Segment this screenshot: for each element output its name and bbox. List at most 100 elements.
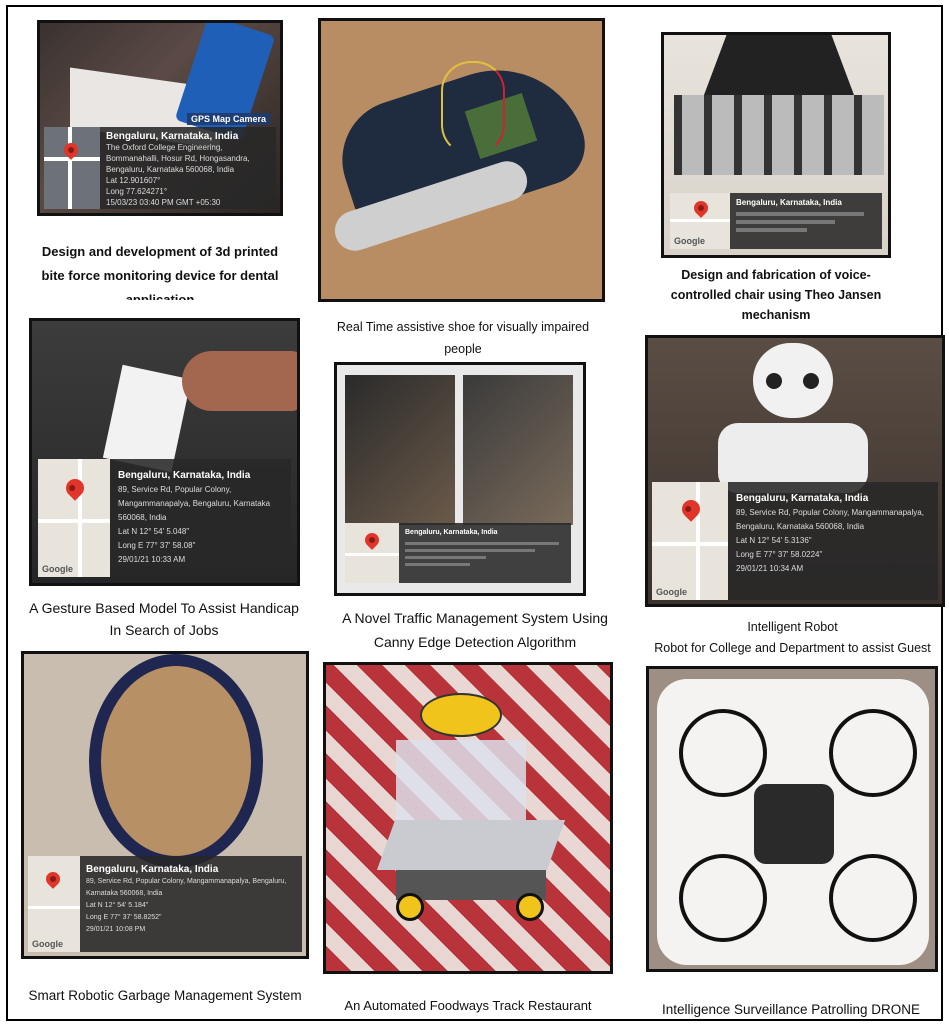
yellow-sensor <box>420 693 502 737</box>
paper-card <box>102 364 192 473</box>
map-thumbnail <box>44 127 100 209</box>
caption-line: Robot for College and Department to assi… <box>654 641 931 655</box>
wires <box>441 61 505 155</box>
photo-bite-force-device: GPS Map Camera Bengaluru, Karnataka, Ind… <box>37 20 283 216</box>
photo-foodways-restaurant <box>323 662 613 974</box>
drone-body <box>754 784 834 864</box>
map-pin-icon <box>43 869 63 889</box>
caption-line: application <box>125 292 195 300</box>
address-text: 89, Service Rd, Popular Colony, Mangamma… <box>118 485 271 522</box>
acrylic-tower <box>396 740 526 830</box>
address-text: 89, Service Rd, Popular Colony, Mangamma… <box>86 878 287 897</box>
caption-line: Design and fabrication of voice- <box>681 268 871 282</box>
google-logo: Google <box>32 939 63 949</box>
location-name: Bengaluru, Karnataka, India <box>86 864 219 875</box>
longitude-text: Long E 77° 37' 58.08" <box>118 541 196 550</box>
google-logo: Google <box>674 236 705 246</box>
caption-line: Intelligent Robot <box>747 620 838 634</box>
caption-traffic-management: A Novel Traffic Management System Using … <box>325 606 625 654</box>
latitude-text: Lat N 12° 54' 5.3136" <box>736 536 812 545</box>
map-pin-icon <box>362 530 382 550</box>
propeller-guard <box>679 854 767 942</box>
illegible-text-line <box>736 220 836 224</box>
map-thumbnail: Google <box>28 856 80 952</box>
caption-line: Canny Edge Detection Algorithm <box>373 634 577 650</box>
google-logo: Google <box>656 587 687 597</box>
location-name: Bengaluru, Karnataka, India <box>736 493 869 504</box>
robot-eye <box>766 373 782 389</box>
photo-voice-controlled-chair: Google Bengaluru, Karnataka, India <box>661 32 891 258</box>
photo-gesture-model: Google Bengaluru, Karnataka, India 89, S… <box>29 318 300 586</box>
hand <box>182 351 297 411</box>
location-name: Bengaluru, Karnataka, India <box>405 529 498 536</box>
latitude-text: Lat 12.901607° <box>106 176 161 185</box>
caption-assistive-shoe: Real Time assistive shoe for visually im… <box>318 316 608 360</box>
caption-line: In Search of Jobs <box>109 622 219 638</box>
caption-voice-chair: Design and fabrication of voice- control… <box>660 265 892 325</box>
longitude-text: Long 77.624271° <box>106 187 168 196</box>
latitude-text: Lat N 12° 54' 5.184" <box>86 902 149 909</box>
location-name: Bengaluru, Karnataka, India <box>736 198 842 207</box>
map-thumbnail: Google <box>38 459 110 577</box>
location-name: Bengaluru, Karnataka, India <box>106 131 239 142</box>
photo-traffic-management: Bengaluru, Karnataka, India <box>334 362 586 596</box>
gps-camera-header: GPS Map Camera <box>186 113 270 125</box>
photo-garbage-management: Google Bengaluru, Karnataka, India 89, S… <box>21 651 309 959</box>
robot-platform <box>376 820 566 870</box>
map-pin-icon <box>691 198 711 218</box>
caption-line: A Gesture Based Model To Assist Handicap <box>29 600 299 616</box>
caption-bite-force: Design and development of 3d printed bit… <box>30 240 290 300</box>
longitude-text: Long E 77° 37' 58.8252" <box>86 914 162 921</box>
google-logo: Google <box>42 564 73 574</box>
wheel <box>516 893 544 921</box>
caption-intelligent-robot: Intelligent Robot Robot for College and … <box>640 617 945 659</box>
wheel <box>396 893 424 921</box>
timestamp-text: 15/03/23 03:40 PM GMT +05:30 <box>106 198 221 207</box>
caption-line: Intelligence Surveillance Patrolling DRO… <box>661 1002 921 1017</box>
illegible-text-line <box>405 542 559 545</box>
caption-garbage-management: Smart Robotic Garbage Management System <box>10 986 320 1006</box>
caption-foodways: An Automated Foodways Track Restaurant <box>318 996 618 1016</box>
caption-line: Design and development of 3d printed <box>41 244 279 259</box>
timestamp-text: 29/01/21 10:33 AM <box>118 555 186 564</box>
caption-line: bite force monitoring device for dental <box>41 268 279 283</box>
map-thumbnail <box>345 523 399 583</box>
illegible-text-line <box>736 228 807 232</box>
caption-line: people <box>444 342 482 356</box>
longitude-text: Long E 77° 37' 58.0224" <box>736 550 823 559</box>
map-thumbnail: Google <box>652 482 728 600</box>
caption-line: Real Time assistive shoe for visually im… <box>336 320 590 334</box>
map-pin-icon <box>62 475 88 501</box>
traffic-image-right <box>463 375 573 525</box>
caption-line: An Automated Foodways Track Restaurant <box>344 998 592 1013</box>
illegible-text-line <box>405 556 486 559</box>
address-text: 89, Service Rd, Popular Colony, Mangamma… <box>736 508 924 531</box>
propeller-guard <box>829 854 917 942</box>
chair-seat <box>704 35 854 95</box>
propeller-guard <box>829 709 917 797</box>
timestamp-text: 29/01/21 10:34 AM <box>736 564 804 573</box>
bin-top <box>89 654 263 868</box>
illegible-text-line <box>405 563 470 566</box>
robot-head <box>753 343 833 418</box>
robot-eye <box>803 373 819 389</box>
caption-line: mechanism <box>741 308 811 322</box>
illegible-text-line <box>405 549 535 552</box>
traffic-image-left <box>345 375 455 525</box>
photo-surveillance-drone <box>646 666 938 972</box>
propeller-guard <box>679 709 767 797</box>
latitude-text: Lat N 12° 54' 5.048" <box>118 527 190 536</box>
caption-line: A Novel Traffic Management System Using <box>342 610 608 626</box>
location-name: Bengaluru, Karnataka, India <box>118 470 251 481</box>
caption-line: Smart Robotic Garbage Management System <box>28 988 302 1003</box>
caption-line: controlled chair using Theo Jansen <box>670 288 882 302</box>
caption-gesture-model: A Gesture Based Model To Assist Handicap… <box>14 597 314 641</box>
address-text: The Oxford College Engineering, Bommanah… <box>106 143 250 174</box>
photo-assistive-shoe <box>318 18 605 302</box>
caption-drone: Intelligence Surveillance Patrolling DRO… <box>636 1000 946 1020</box>
illegible-text-line <box>736 212 864 216</box>
timestamp-text: 29/01/21 10:08 PM <box>86 926 146 933</box>
map-thumbnail: Google <box>670 193 730 249</box>
jansen-legs <box>674 95 884 175</box>
photo-intelligent-robot: Google Bengaluru, Karnataka, India 89, S… <box>645 335 945 607</box>
